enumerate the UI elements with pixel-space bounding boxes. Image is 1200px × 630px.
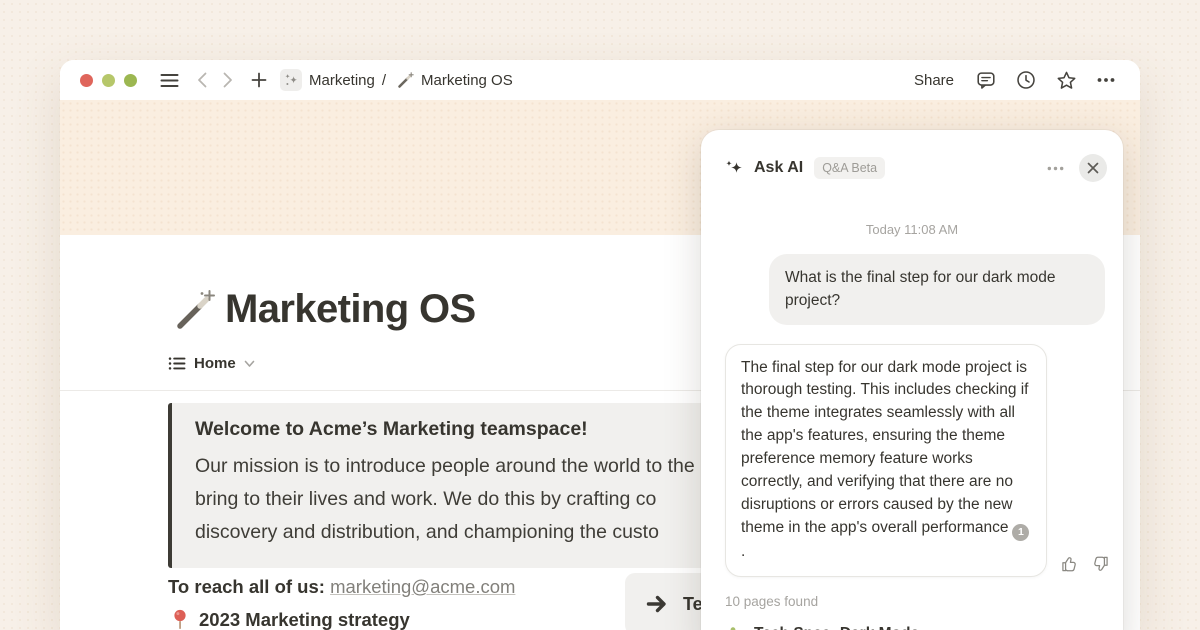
ai-sparkles-icon xyxy=(280,69,302,91)
user-question-bubble: What is the final step for our dark mode… xyxy=(769,254,1105,325)
titlebar-actions: Share xyxy=(908,66,1120,94)
panel-close-button[interactable] xyxy=(1079,154,1107,182)
ellipsis-icon xyxy=(1046,159,1065,178)
panel-more-button[interactable] xyxy=(1042,155,1069,182)
citation-badge[interactable]: 1 xyxy=(1012,524,1029,541)
pinned-page-link[interactable]: 2023 Marketing strategy xyxy=(172,609,410,630)
ai-sparkle-icon xyxy=(725,159,744,178)
ellipsis-icon xyxy=(1096,70,1116,90)
view-tab-home[interactable]: Home xyxy=(168,355,255,372)
panel-actions xyxy=(1042,154,1107,182)
star-icon xyxy=(1055,69,1078,92)
favorite-button[interactable] xyxy=(1052,66,1080,94)
comments-button[interactable] xyxy=(972,66,1000,94)
ask-ai-panel: Ask AI Q&A Beta Today 11:08 AM What is t… xyxy=(701,130,1123,630)
thumbs-up-icon xyxy=(1060,554,1080,574)
view-tab-label: Home xyxy=(194,355,236,372)
list-view-icon xyxy=(168,355,186,372)
contact-row: To reach all of us: marketing@acme.com xyxy=(168,576,515,598)
breadcrumb-separator: / xyxy=(382,72,386,89)
minimize-window-button[interactable] xyxy=(102,74,115,87)
app-window: Marketing / Marketing OS Share xyxy=(60,60,1140,630)
sources-count: 10 pages found xyxy=(725,594,1123,609)
chevron-down-icon xyxy=(244,360,255,368)
ask-ai-title: Ask AI xyxy=(754,159,803,177)
more-options-button[interactable] xyxy=(1092,66,1120,94)
wand-icon xyxy=(174,289,216,331)
ai-answer-bubble: The final step for our dark mode project… xyxy=(725,344,1047,578)
qa-beta-badge: Q&A Beta xyxy=(814,157,885,179)
close-icon xyxy=(1087,162,1099,174)
close-window-button[interactable] xyxy=(80,74,93,87)
puzzle-icon xyxy=(725,625,743,630)
thumbs-down-icon xyxy=(1090,554,1110,574)
pushpin-icon xyxy=(172,609,188,630)
clock-icon xyxy=(1015,69,1037,91)
history-button[interactable] xyxy=(1012,66,1040,94)
plus-icon xyxy=(251,72,267,88)
pinned-page-title: 2023 Marketing strategy xyxy=(199,609,410,630)
ai-answer-text: The final step for our dark mode project… xyxy=(741,359,1029,537)
nav-forward-button[interactable] xyxy=(218,67,238,93)
arrow-right-icon xyxy=(646,593,670,615)
thumbs-down-button[interactable] xyxy=(1090,554,1110,574)
new-page-button[interactable] xyxy=(246,67,272,93)
sidebar-menu-button[interactable] xyxy=(155,67,184,93)
feedback-buttons xyxy=(1060,554,1110,577)
ask-ai-header: Ask AI Q&A Beta xyxy=(701,130,1123,182)
breadcrumb-parent[interactable]: Marketing xyxy=(309,72,375,89)
answer-period: . xyxy=(741,543,745,560)
hamburger-icon xyxy=(160,73,179,88)
source-page-title: Tech Spec: Dark Mode xyxy=(754,625,919,630)
page-title: Marketing OS xyxy=(225,287,476,332)
source-page-item[interactable]: Tech Spec: Dark Mode xyxy=(725,625,1123,630)
breadcrumb: Marketing / Marketing OS xyxy=(280,69,513,91)
page-title-row: Marketing OS xyxy=(174,287,476,332)
thumbs-up-button[interactable] xyxy=(1060,554,1080,574)
conversation-timestamp: Today 11:08 AM xyxy=(701,222,1123,237)
comment-icon xyxy=(975,69,997,91)
share-button[interactable]: Share xyxy=(908,69,960,92)
contact-email-link[interactable]: marketing@acme.com xyxy=(330,576,515,597)
breadcrumb-current[interactable]: Marketing OS xyxy=(421,72,513,89)
chevron-right-icon xyxy=(223,72,233,88)
chevron-left-icon xyxy=(197,72,207,88)
wand-icon xyxy=(397,72,414,89)
zoom-window-button[interactable] xyxy=(124,74,137,87)
desktop: { "titlebar": { "breadcrumb_parent": "Ma… xyxy=(0,0,1200,630)
contact-label: To reach all of us: xyxy=(168,576,325,597)
nav-back-button[interactable] xyxy=(192,67,212,93)
titlebar: Marketing / Marketing OS Share xyxy=(60,60,1140,100)
ai-answer-row: The final step for our dark mode project… xyxy=(725,344,1123,578)
window-controls xyxy=(80,74,137,87)
sources-section: 10 pages found Tech Spec: Dark Mode Dark… xyxy=(725,594,1123,630)
